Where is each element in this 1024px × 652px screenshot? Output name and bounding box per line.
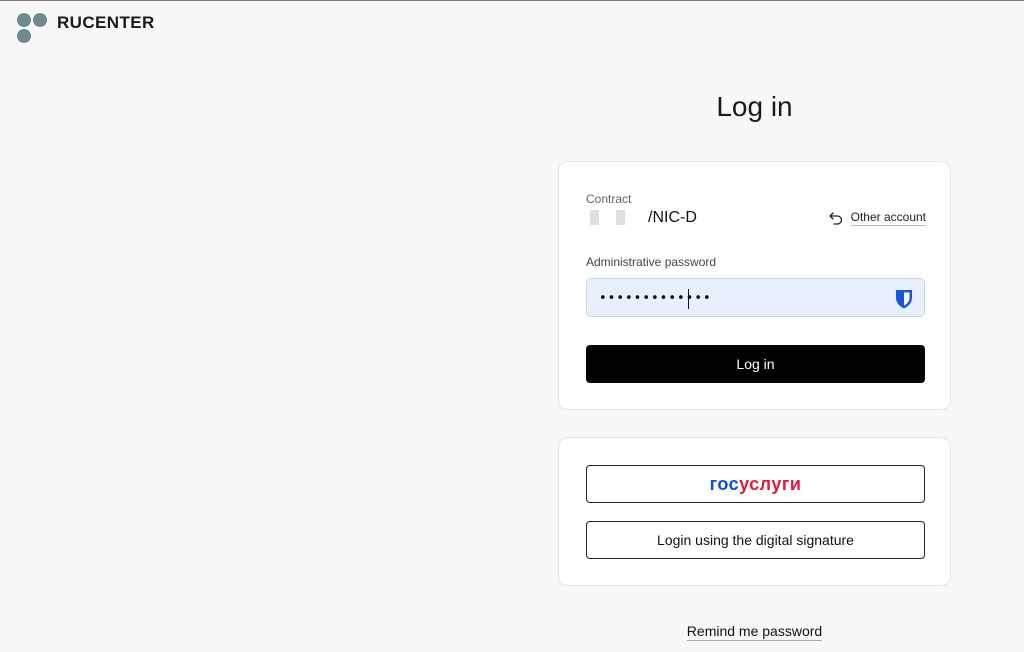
password-label: Administrative password bbox=[586, 255, 717, 269]
page-title: Log in bbox=[716, 91, 793, 122]
login-button[interactable]: Log in bbox=[586, 345, 925, 383]
password-field[interactable] bbox=[586, 278, 925, 317]
contract-suffix: /NIC-D bbox=[648, 209, 697, 226]
other-account-link[interactable]: Other account bbox=[828, 210, 926, 226]
gosuslugi-button[interactable]: гос услуги bbox=[586, 465, 925, 503]
undo-arrow-icon bbox=[828, 212, 842, 225]
gosuslugi-logo-part2: услуги bbox=[739, 473, 802, 494]
shield-icon[interactable] bbox=[894, 288, 914, 310]
digital-signature-button[interactable]: Login using the digital signature bbox=[586, 521, 925, 559]
digital-signature-label: Login using the digital signature bbox=[657, 532, 854, 548]
contract-label: Contract bbox=[586, 192, 632, 206]
alt-login-card: гос услуги Login using the digital signat… bbox=[558, 437, 951, 586]
contract-row: /NIC-D Other account bbox=[586, 208, 926, 228]
contract-number-mask bbox=[590, 210, 599, 225]
other-account-label: Other account bbox=[850, 210, 926, 226]
brand-logo[interactable]: RUCENTER bbox=[16, 12, 155, 45]
brand-name: RUCENTER bbox=[57, 13, 155, 32]
login-card: Contract /NIC-D Other account Administra… bbox=[558, 161, 951, 410]
gosuslugi-logo-part1: гос bbox=[709, 473, 740, 494]
remind-password-row: Remind me password bbox=[558, 623, 951, 641]
text-caret bbox=[688, 289, 689, 309]
remind-password-link[interactable]: Remind me password bbox=[686, 623, 823, 641]
contract-number-mask bbox=[616, 210, 625, 225]
logo-dots-icon bbox=[16, 12, 48, 45]
password-input[interactable] bbox=[599, 287, 889, 309]
